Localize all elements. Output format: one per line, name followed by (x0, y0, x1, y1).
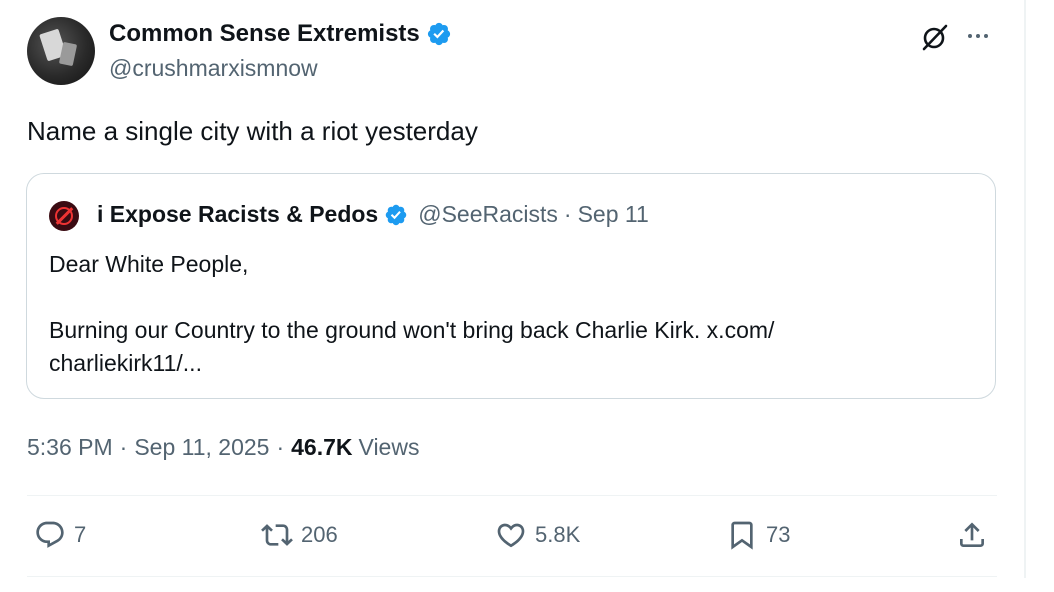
more-options-icon[interactable] (968, 34, 988, 38)
bookmark-icon (731, 521, 753, 550)
quoted-tweet-line: Dear White People, (49, 251, 249, 277)
divider (27, 576, 997, 577)
repost-icon (261, 524, 293, 546)
repost-button[interactable]: 206 (261, 519, 338, 551)
reply-count: 7 (74, 522, 87, 547)
tweet-time[interactable]: 5:36 PM (27, 434, 113, 461)
repost-count: 206 (301, 522, 338, 547)
share-button[interactable] (956, 519, 988, 551)
quoted-author-display-name[interactable]: i Expose Racists & Pedos (97, 201, 378, 228)
like-count: 5.8K (535, 522, 581, 547)
separator-dot: · (276, 434, 285, 460)
bookmark-button[interactable]: 73 (726, 519, 790, 551)
quoted-author-avatar[interactable] (49, 201, 79, 231)
separator-dot: · (563, 201, 572, 227)
quoted-tweet[interactable]: i Expose Racists & Pedos @SeeRacists · S… (26, 173, 996, 399)
share-icon (960, 522, 984, 547)
author-handle[interactable]: @crushmarxismnow (109, 55, 318, 82)
views-label: Views (358, 434, 420, 460)
author-display-name[interactable]: Common Sense Extremists (109, 20, 420, 48)
quoted-tweet-line: Burning our Country to the ground won't … (49, 317, 775, 343)
quoted-tweet-header: i Expose Racists & Pedos @SeeRacists · S… (97, 201, 649, 228)
heart-icon (497, 523, 525, 548)
verified-badge-icon[interactable] (426, 21, 452, 47)
quoted-tweet-line: charliekirk11/... (49, 350, 202, 376)
quoted-tweet-text: Dear White People, Burning our Country t… (49, 248, 969, 380)
author-name-row: Common Sense Extremists (109, 20, 452, 48)
views-count[interactable]: 46.7K (291, 434, 352, 461)
separator-dot: · (119, 434, 128, 460)
grok-icon[interactable] (920, 22, 950, 52)
quoted-tweet-date[interactable]: Sep 11 (578, 201, 649, 228)
author-avatar[interactable] (27, 17, 95, 85)
quoted-author-handle[interactable]: @SeeRacists (418, 201, 558, 228)
bookmark-count: 73 (766, 522, 791, 547)
timeline-border (1024, 0, 1026, 578)
tweet-metadata: 5:36 PM · Sep 11, 2025 · 46.7K Views (27, 434, 419, 461)
verified-badge-icon[interactable] (384, 203, 408, 227)
tweet-text: Name a single city with a riot yesterday (27, 116, 478, 146)
like-button[interactable]: 5.8K (495, 519, 580, 551)
reply-icon (36, 521, 64, 548)
reply-button[interactable]: 7 (34, 519, 86, 551)
divider (27, 495, 997, 496)
avatar-image-detail (58, 41, 78, 67)
tweet-date[interactable]: Sep 11, 2025 (134, 434, 269, 461)
